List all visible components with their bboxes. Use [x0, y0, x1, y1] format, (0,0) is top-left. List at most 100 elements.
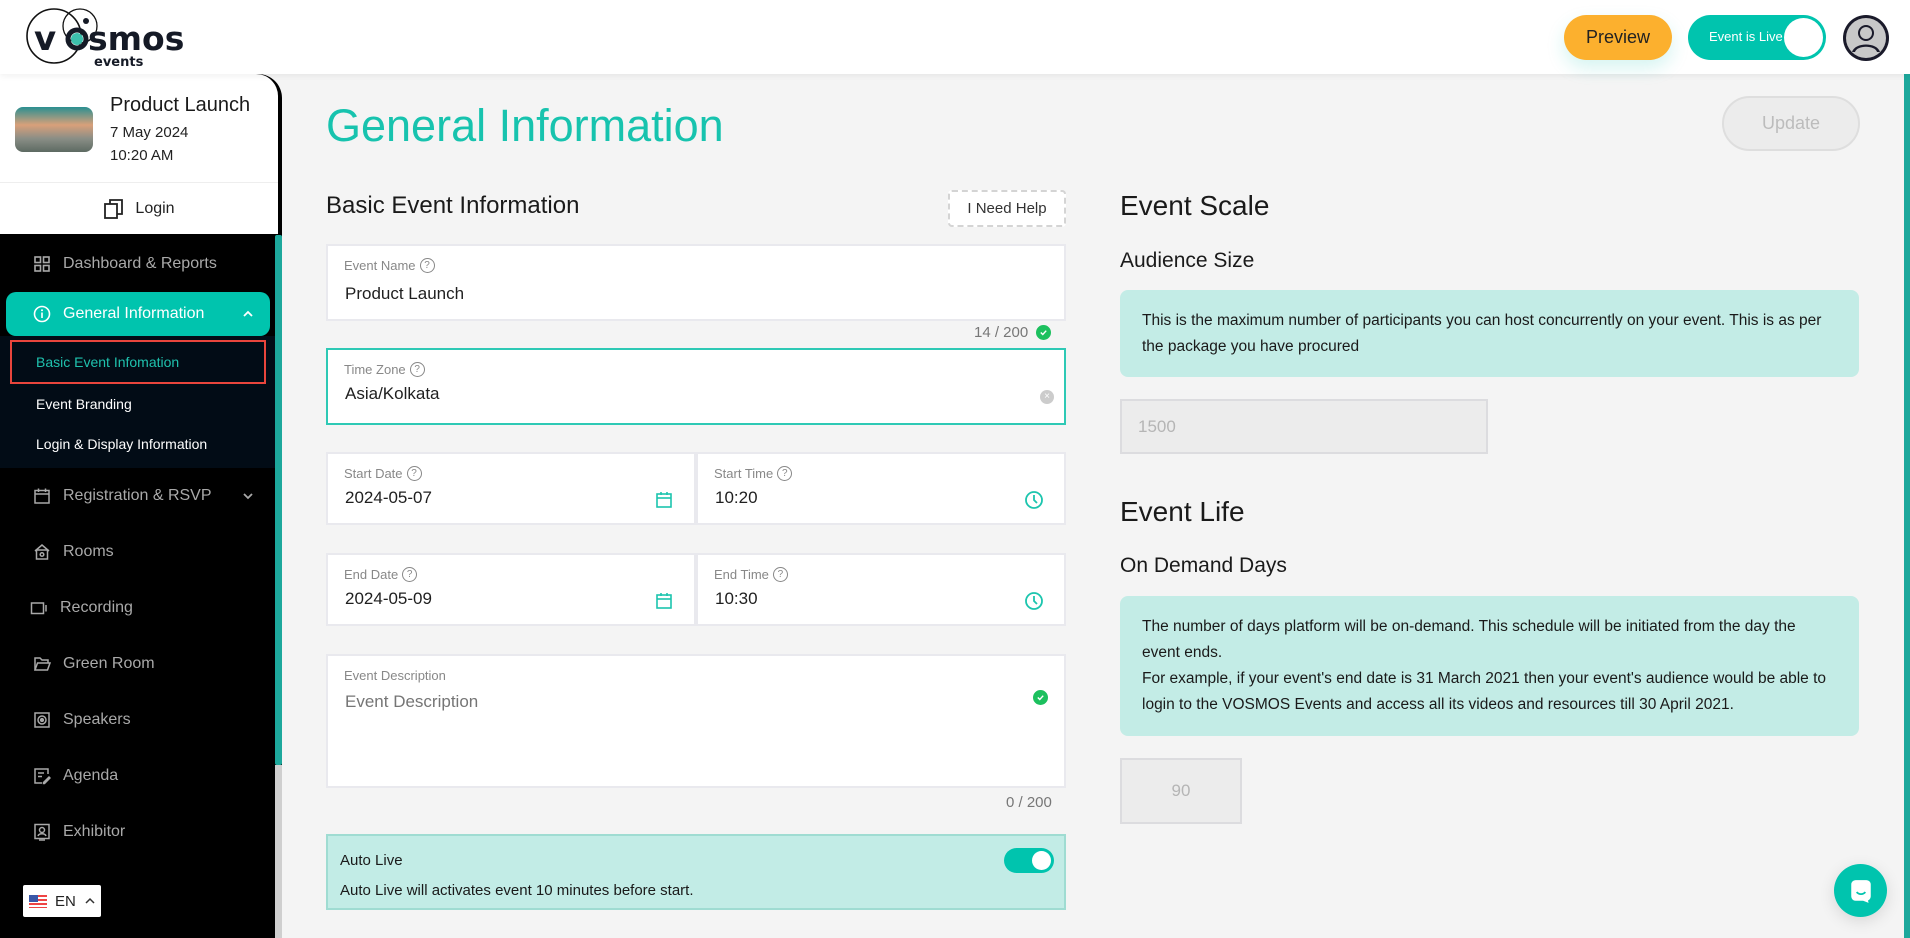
end-date-label: End Date? — [344, 567, 418, 582]
on-demand-info-box: The number of days platform will be on-d… — [1120, 596, 1859, 736]
clock-icon[interactable] — [1024, 591, 1044, 611]
start-time-label-text: Start Time — [714, 466, 774, 481]
auto-live-title: Auto Live — [340, 852, 403, 869]
end-date-label-text: End Date — [344, 567, 399, 582]
timezone-field[interactable]: Time Zone? × — [326, 348, 1066, 425]
event-thumbnail — [15, 107, 93, 152]
event-name-label: Event Name? — [344, 258, 435, 273]
sidebar-nav: Dashboard & Reports General Information … — [0, 236, 276, 860]
calendar-icon — [33, 487, 51, 505]
sidebar-item-label: Rooms — [63, 543, 114, 560]
event-description-textarea[interactable] — [345, 692, 1008, 772]
calendar-icon[interactable] — [654, 490, 674, 510]
start-date-input[interactable] — [345, 488, 602, 508]
audience-info-box: This is the maximum number of participan… — [1120, 290, 1859, 377]
id-badge-icon — [33, 823, 51, 841]
preview-button[interactable]: Preview — [1564, 15, 1672, 60]
sidebar-item-agenda[interactable]: Agenda — [0, 748, 276, 804]
timezone-input[interactable] — [345, 384, 934, 404]
section-title-basic: Basic Event Information — [326, 192, 580, 219]
end-time-field[interactable]: End Time? — [696, 553, 1066, 626]
description-counter: 0 / 200 — [1006, 794, 1052, 811]
sidebar-item-label: Exhibitor — [63, 823, 126, 840]
auto-live-toggle[interactable] — [1004, 848, 1054, 873]
start-time-input[interactable] — [715, 488, 972, 508]
help-question-icon[interactable]: ? — [777, 466, 793, 481]
sidebar-scrollbar-thumb[interactable] — [275, 235, 282, 765]
sidebar-item-label: Speakers — [63, 711, 131, 728]
event-scale-title: Event Scale — [1120, 190, 1270, 221]
clock-icon[interactable] — [1024, 490, 1044, 510]
audience-info-text: This is the maximum number of participan… — [1142, 312, 1822, 355]
sidebar-item-registration[interactable]: Registration & RSVP — [0, 468, 276, 524]
event-description-field[interactable]: Event Description — [326, 654, 1066, 788]
update-button[interactable]: Update — [1722, 96, 1860, 151]
user-avatar[interactable] — [1843, 15, 1889, 61]
check-circle-icon — [1033, 690, 1048, 705]
grid-icon — [33, 255, 51, 273]
start-time-field[interactable]: Start Time? — [696, 452, 1066, 525]
sidebar-item-dashboard[interactable]: Dashboard & Reports — [0, 236, 276, 292]
event-title: Product Launch — [110, 94, 251, 116]
sidebar-item-green-room[interactable]: Green Room — [0, 636, 276, 692]
help-question-icon[interactable]: ? — [772, 567, 788, 582]
page-scrollbar[interactable] — [1904, 74, 1910, 938]
login-link[interactable]: Login — [0, 182, 278, 234]
sidebar-item-speakers[interactable]: Speakers — [0, 692, 276, 748]
event-name-label-text: Event Name — [344, 258, 416, 273]
toggle-knob — [1784, 18, 1823, 57]
on-demand-info-line1: The number of days platform will be on-d… — [1142, 618, 1796, 661]
info-circle-icon — [33, 305, 51, 323]
sidebar-scrollbar-track[interactable] — [275, 765, 282, 938]
chevron-up-icon — [243, 310, 253, 317]
language-code: EN — [55, 892, 76, 910]
event-time: 10:20 AM — [110, 147, 174, 164]
audience-size-title: Audience Size — [1120, 249, 1255, 272]
vosmos-logo[interactable]: v smos events — [22, 6, 197, 70]
end-time-input[interactable] — [715, 589, 972, 609]
event-live-label: Event is Live — [1709, 29, 1783, 44]
subitem-event-branding[interactable]: Event Branding — [0, 384, 276, 424]
help-question-icon[interactable]: ? — [406, 466, 422, 481]
event-name-input[interactable] — [345, 284, 934, 304]
start-time-label: Start Time? — [714, 466, 793, 481]
help-question-icon[interactable]: ? — [409, 362, 425, 377]
chat-icon — [1850, 879, 1871, 903]
calendar-icon[interactable] — [654, 591, 674, 611]
sidebar-item-exhibitor[interactable]: Exhibitor — [0, 804, 276, 860]
language-selector[interactable]: EN — [23, 885, 101, 917]
general-information-submenu: Basic Event Infomation Event Branding Lo… — [0, 336, 276, 468]
end-date-input[interactable] — [345, 589, 602, 609]
timezone-label-text: Time Zone — [344, 362, 406, 377]
auto-live-panel: Auto Live Auto Live will activates event… — [326, 834, 1066, 910]
need-help-button[interactable]: I Need Help — [948, 190, 1066, 227]
sidebar-item-label: Dashboard & Reports — [63, 255, 217, 272]
sidebar: Product Launch 7 May 2024 10:20 AM Login… — [0, 74, 282, 938]
sidebar-item-rooms[interactable]: Rooms — [0, 524, 276, 580]
event-name-field[interactable]: Event Name? — [326, 244, 1066, 321]
help-question-icon[interactable]: ? — [419, 258, 435, 273]
sidebar-item-general-information[interactable]: General Information — [6, 292, 270, 336]
sidebar-item-label: General Information — [63, 305, 205, 322]
subitem-basic-event-information[interactable]: Basic Event Infomation — [10, 340, 266, 384]
sidebar-item-label: Registration & RSVP — [63, 487, 212, 504]
svg-text:events: events — [94, 55, 144, 68]
end-date-field[interactable]: End Date? — [326, 553, 696, 626]
chat-support-button[interactable] — [1834, 864, 1887, 917]
edit-list-icon — [33, 767, 51, 785]
folder-open-icon — [33, 655, 51, 673]
user-icon — [1846, 18, 1886, 58]
home-icon — [33, 543, 51, 561]
chevron-up-icon — [85, 897, 95, 904]
sidebar-item-recording[interactable]: Recording — [0, 580, 276, 636]
audience-size-input — [1120, 399, 1488, 454]
subitem-login-display-information[interactable]: Login & Display Information — [0, 424, 276, 464]
on-demand-days-input — [1120, 758, 1242, 824]
login-label: Login — [135, 199, 175, 217]
start-date-field[interactable]: Start Date? — [326, 452, 696, 525]
event-card: Product Launch 7 May 2024 10:20 AM Login — [0, 74, 278, 234]
clear-icon[interactable]: × — [1040, 390, 1054, 404]
svg-text:smos: smos — [88, 19, 184, 58]
help-question-icon[interactable]: ? — [402, 567, 418, 582]
event-live-toggle[interactable]: Event is Live — [1688, 15, 1826, 60]
